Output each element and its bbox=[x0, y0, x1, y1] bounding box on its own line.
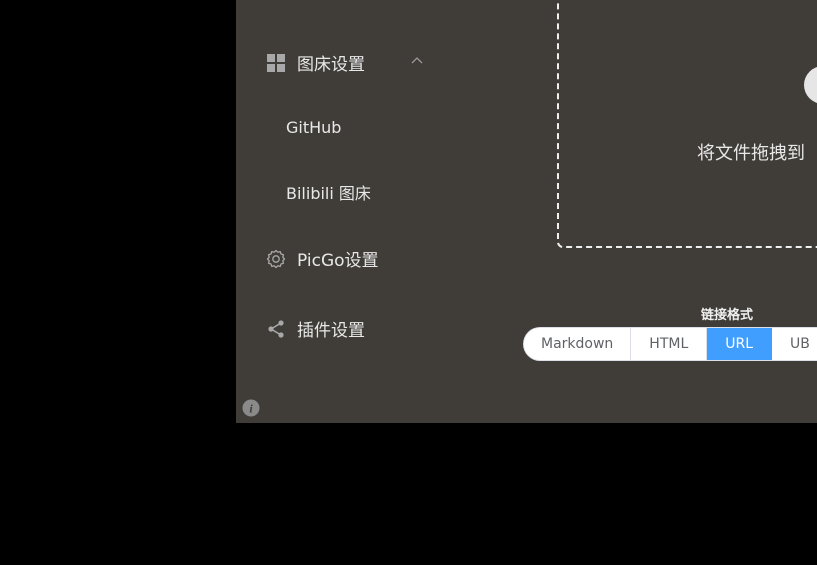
sidebar-subitem-github[interactable]: GitHub bbox=[286, 118, 341, 137]
sidebar-subitem-label: Bilibili 图床 bbox=[286, 184, 371, 203]
format-url-button[interactable]: URL bbox=[707, 328, 773, 360]
upload-drop-zone[interactable] bbox=[557, 0, 817, 248]
chevron-up-icon[interactable] bbox=[411, 55, 423, 67]
sidebar-item-plugin-settings[interactable]: 插件设置 bbox=[266, 316, 365, 341]
sidebar-subitem-bilibili[interactable]: Bilibili 图床 bbox=[286, 180, 371, 204]
sidebar: 图床设置 GitHub Bilibili 图床 PicGo设置 插件设置 i bbox=[236, 0, 496, 423]
format-html-button[interactable]: HTML bbox=[631, 328, 708, 360]
sidebar-item-label: 图床设置 bbox=[297, 55, 365, 75]
info-icon[interactable]: i bbox=[242, 399, 260, 417]
link-format-group: Markdown HTML URL UB bbox=[523, 327, 817, 361]
sidebar-subitem-label: GitHub bbox=[286, 118, 342, 137]
format-markdown-button[interactable]: Markdown bbox=[524, 328, 632, 360]
sidebar-item-label: PicGo设置 bbox=[297, 251, 379, 271]
app-window: 图床设置 GitHub Bilibili 图床 PicGo设置 插件设置 i 将… bbox=[236, 0, 817, 423]
share-icon bbox=[266, 319, 286, 339]
drop-hint-text: 将文件拖拽到 bbox=[697, 143, 805, 164]
sidebar-item-picgo-settings[interactable]: PicGo设置 bbox=[266, 246, 379, 271]
link-format-label: 链接格式 bbox=[701, 308, 754, 323]
gear-icon bbox=[266, 249, 286, 269]
grid-icon bbox=[266, 53, 286, 73]
sidebar-item-image-host-settings[interactable]: 图床设置 bbox=[266, 50, 365, 75]
sidebar-item-label: 插件设置 bbox=[297, 321, 365, 341]
format-ubb-button[interactable]: UB bbox=[772, 328, 817, 360]
